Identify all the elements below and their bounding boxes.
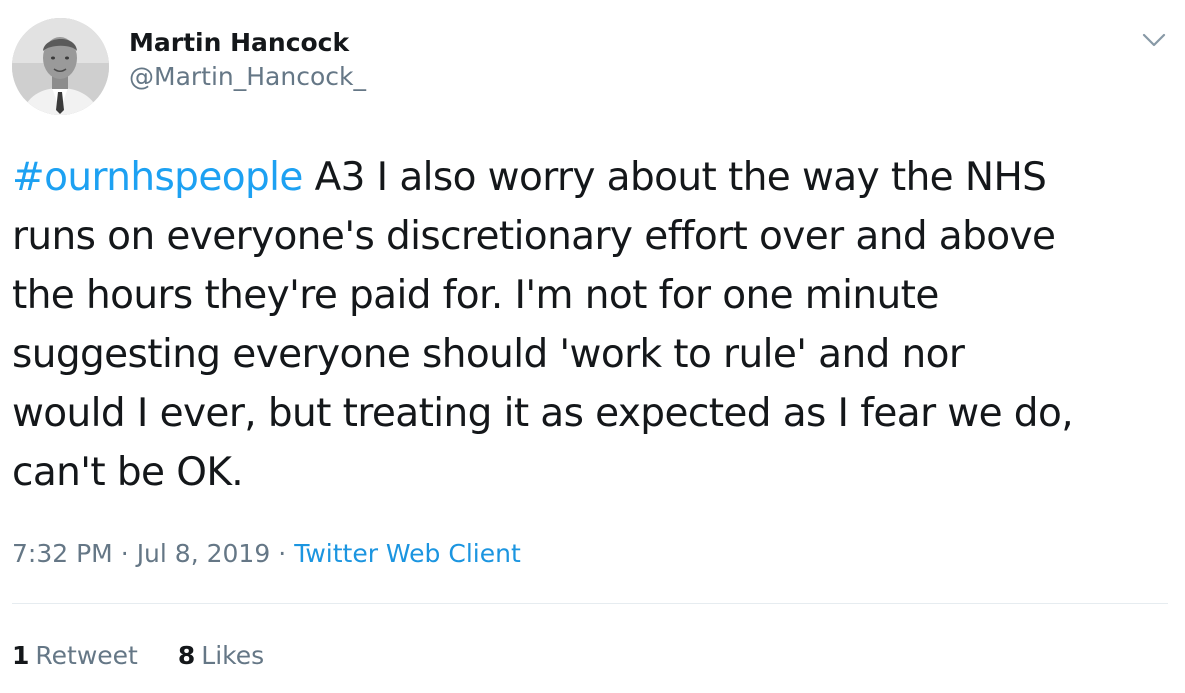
avatar[interactable] xyxy=(12,17,109,115)
tweet-line: would I ever, but treating it as expecte… xyxy=(12,391,1074,436)
tweet-stats: 1 Retweet 8 Likes xyxy=(12,638,264,674)
divider xyxy=(12,603,1168,604)
likes-stat[interactable]: 8 Likes xyxy=(178,638,264,674)
more-options-button[interactable] xyxy=(1140,28,1168,52)
tweet-line: #ournhspeople A3 I also worry about the … xyxy=(12,148,1172,207)
tweet-date[interactable]: Jul 8, 2019 xyxy=(137,539,271,568)
tweet-line: suggesting everyone should 'work to rule… xyxy=(12,332,965,377)
user-info: Martin Hancock @Martin_Hancock_ xyxy=(129,26,366,94)
tweet-text: #ournhspeople A3 I also worry about the … xyxy=(12,148,1172,502)
tweet-metadata: 7:32 PM · Jul 8, 2019 · Twitter Web Client xyxy=(12,536,521,572)
meta-separator: · xyxy=(278,539,287,568)
avatar-photo xyxy=(12,17,109,115)
tweet-line: the hours they're paid for. I'm not for … xyxy=(12,273,939,318)
hashtag-link[interactable]: #ournhspeople xyxy=(12,155,303,200)
likes-label: Likes xyxy=(201,641,265,670)
tweet-line-text: A3 I also worry about the way the NHS xyxy=(302,155,1047,200)
retweets-stat[interactable]: 1 Retweet xyxy=(12,638,138,674)
retweets-count: 1 xyxy=(12,641,30,670)
meta-separator: · xyxy=(120,539,129,568)
tweet-card: Martin Hancock @Martin_Hancock_ #ournhsp… xyxy=(0,0,1185,693)
chevron-down-icon xyxy=(1142,33,1166,47)
user-handle[interactable]: @Martin_Hancock_ xyxy=(129,60,366,94)
retweets-label: Retweet xyxy=(35,641,138,670)
source-link[interactable]: Twitter Web Client xyxy=(294,539,521,568)
tweet-header: Martin Hancock @Martin_Hancock_ xyxy=(12,16,366,116)
likes-count: 8 xyxy=(177,641,196,670)
tweet-line: runs on everyone's discretionary effort … xyxy=(12,214,1056,259)
tweet-time[interactable]: 7:32 PM xyxy=(12,539,113,568)
tweet-line: can't be OK. xyxy=(12,450,244,495)
display-name[interactable]: Martin Hancock xyxy=(129,26,366,60)
